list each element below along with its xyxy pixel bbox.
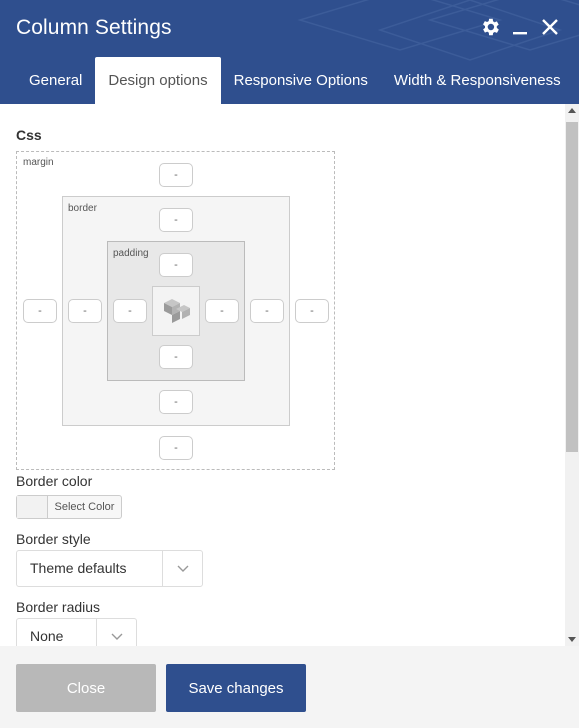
border-label: border bbox=[68, 203, 97, 214]
scroll-up-arrow-icon[interactable] bbox=[568, 108, 576, 113]
border-style-value: Theme defaults bbox=[30, 560, 127, 576]
chevron-down-icon bbox=[162, 551, 202, 586]
minimize-icon[interactable] bbox=[508, 15, 532, 39]
border-color-label: Border color bbox=[16, 473, 93, 489]
tab-bar: General Design options Responsive Option… bbox=[16, 57, 574, 104]
scroll-down-arrow-icon[interactable] bbox=[568, 637, 576, 642]
close-icon[interactable] bbox=[538, 15, 562, 39]
padding-right-input[interactable] bbox=[205, 299, 239, 323]
css-label: Css bbox=[16, 127, 42, 143]
cube-logo-icon bbox=[164, 299, 190, 323]
color-swatch[interactable] bbox=[17, 496, 48, 518]
padding-bottom-input[interactable] bbox=[159, 345, 193, 369]
margin-bottom-input[interactable] bbox=[159, 436, 193, 460]
margin-right-input[interactable] bbox=[295, 299, 329, 323]
close-button[interactable]: Close bbox=[16, 664, 156, 712]
modal-footer: Close Save changes bbox=[0, 646, 579, 728]
design-options-panel: Css margin border padding Border color S… bbox=[0, 104, 579, 646]
save-changes-button[interactable]: Save changes bbox=[166, 664, 306, 712]
builder-logo bbox=[152, 286, 200, 336]
margin-label: margin bbox=[23, 157, 54, 168]
modal-title: Column Settings bbox=[16, 16, 172, 39]
border-radius-select[interactable]: None bbox=[16, 618, 137, 646]
margin-top-input[interactable] bbox=[159, 163, 193, 187]
border-right-input[interactable] bbox=[250, 299, 284, 323]
chevron-down-icon bbox=[96, 619, 136, 646]
tab-design-options[interactable]: Design options bbox=[95, 57, 221, 104]
margin-left-input[interactable] bbox=[23, 299, 57, 323]
border-bottom-input[interactable] bbox=[159, 390, 193, 414]
tab-responsive-options[interactable]: Responsive Options bbox=[221, 57, 381, 104]
padding-left-input[interactable] bbox=[113, 299, 147, 323]
scrollbar[interactable] bbox=[565, 104, 579, 646]
tab-width-responsiveness[interactable]: Width & Responsiveness bbox=[381, 57, 574, 104]
select-color-label: Select Color bbox=[54, 501, 115, 513]
border-radius-value: None bbox=[30, 628, 64, 644]
tab-general[interactable]: General bbox=[16, 57, 95, 104]
border-radius-label: Border radius bbox=[16, 599, 101, 615]
border-style-label: Border style bbox=[16, 531, 91, 547]
gear-icon[interactable] bbox=[478, 15, 502, 39]
scrollbar-thumb[interactable] bbox=[566, 122, 578, 452]
border-style-select[interactable]: Theme defaults bbox=[16, 550, 203, 587]
padding-top-input[interactable] bbox=[159, 253, 193, 277]
padding-label: padding bbox=[113, 248, 149, 259]
border-left-input[interactable] bbox=[68, 299, 102, 323]
border-top-input[interactable] bbox=[159, 208, 193, 232]
modal-header: Column Settings General Design options R… bbox=[0, 0, 579, 104]
select-color-button[interactable]: Select Color bbox=[16, 495, 122, 519]
